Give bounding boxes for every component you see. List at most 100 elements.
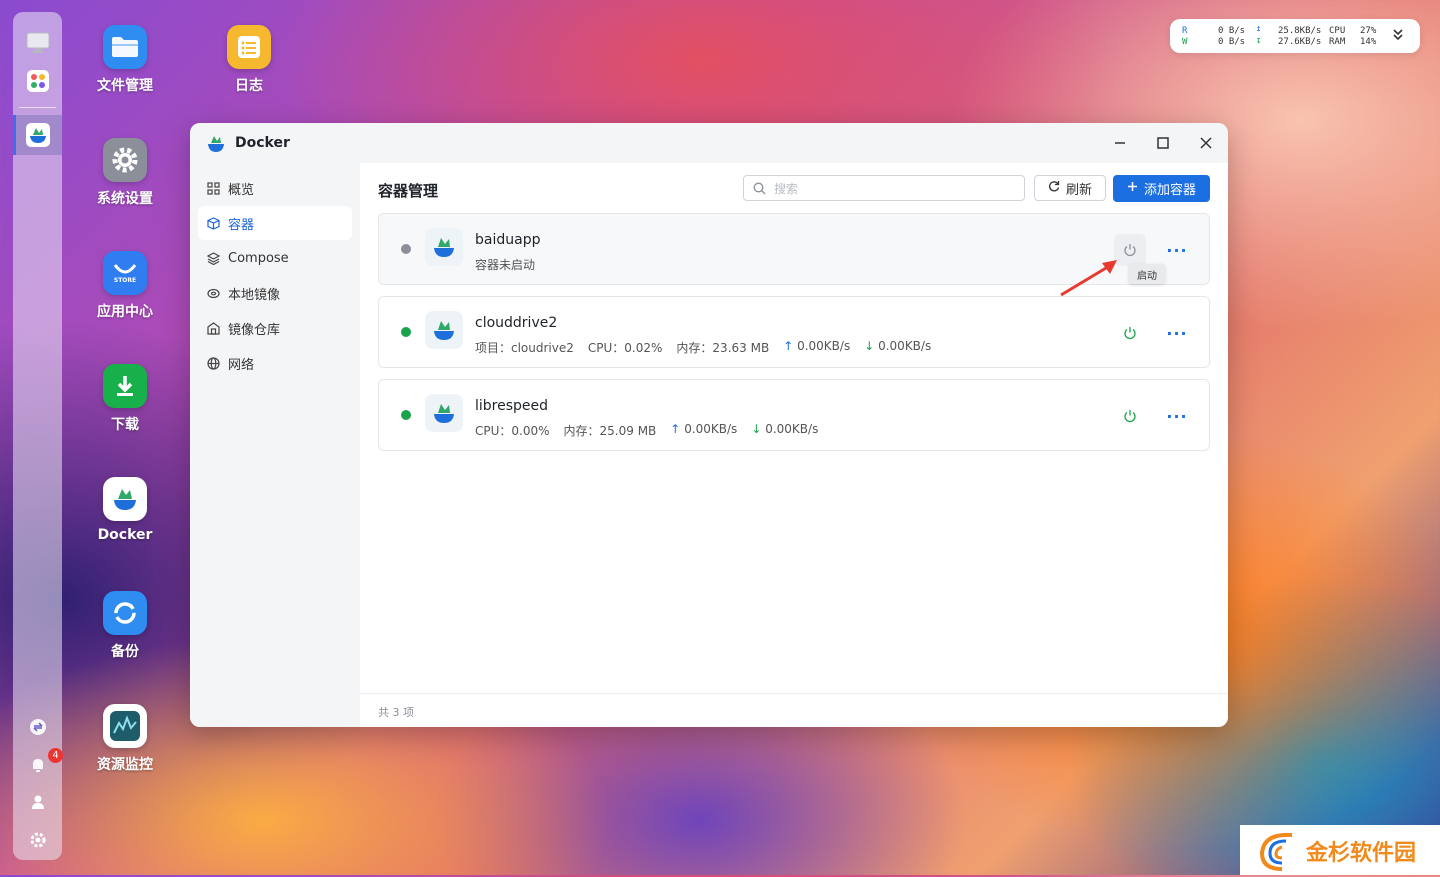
container-name: clouddrive2 — [475, 315, 558, 331]
more-button[interactable]: ··· — [1161, 400, 1193, 432]
desktop-icon-label: 系统设置 — [97, 191, 153, 207]
dock: 4 — [13, 12, 63, 860]
sidebar-item-containers[interactable]: 容器 — [198, 206, 352, 240]
more-button[interactable]: ··· — [1161, 234, 1193, 266]
container-info: CPU：0.00% 内存：25.09 MB ↑ 0.00KB/s ↓ 0.00K… — [475, 422, 818, 439]
refresh-button[interactable]: 刷新 — [1034, 175, 1106, 201]
sidebar-item-local-images[interactable]: 本地镜像 — [198, 276, 352, 310]
docker-container-icon — [425, 311, 463, 349]
chevron-double-down-icon[interactable] — [1392, 27, 1404, 44]
write-label: W — [1182, 37, 1188, 47]
switch-icon[interactable] — [25, 714, 51, 740]
desktop-icon-label: 应用中心 — [97, 304, 153, 320]
title-bar[interactable]: Docker — [190, 123, 1228, 163]
container-project: 项目：cloudrive2 — [475, 341, 574, 355]
download-speed: 27.6KB/s — [1278, 37, 1322, 47]
window-title: Docker — [235, 135, 290, 151]
arrow-up-icon: ↑ — [783, 339, 794, 353]
desktop-icon-label: 资源监控 — [97, 757, 153, 773]
more-button[interactable]: ··· — [1161, 317, 1193, 349]
container-upload: ↑ 0.00KB/s — [783, 339, 851, 353]
globe-icon — [206, 356, 220, 370]
arrow-down-icon: ↓ — [864, 339, 875, 353]
log-icon — [227, 25, 271, 69]
refresh-label: 刷新 — [1065, 182, 1092, 198]
plus-icon — [1127, 181, 1138, 196]
notification-badge: 4 — [48, 748, 63, 763]
sidebar: 概览 容器 Compose 本地镜像 镜像仓库 网络 — [190, 163, 360, 727]
container-status-text: 容器未启动 — [475, 258, 536, 272]
annotation-arrow — [1060, 260, 1117, 297]
arrow-down-icon: ↓ — [751, 422, 762, 436]
main-panel: 容器管理 刷新 添加容器 baiduapp 容器未启动 — [360, 163, 1228, 727]
ram-label: RAM — [1329, 37, 1346, 47]
container-name: baiduapp — [475, 232, 541, 248]
docker-container-icon — [425, 394, 463, 432]
cube-icon — [206, 216, 220, 230]
add-container-button[interactable]: 添加容器 — [1113, 175, 1210, 202]
apps-icon[interactable] — [25, 68, 51, 94]
status-widget[interactable]: R W 0 B/s 0 B/s ↥ ↧ 25.8KB/s 27.6KB/s CP… — [1170, 19, 1420, 53]
store-icon: STORE — [103, 251, 147, 295]
power-button[interactable] — [1114, 400, 1146, 432]
desktop-icon-label: 备份 — [111, 644, 139, 660]
arrow-up-icon: ↑ — [670, 422, 681, 436]
upload-arrow-icon: ↥ — [1256, 24, 1262, 34]
sidebar-item-network[interactable]: 网络 — [198, 346, 352, 380]
sidebar-item-compose[interactable]: Compose — [198, 241, 352, 275]
read-speed: 0 B/s — [1218, 26, 1246, 36]
search-input[interactable] — [772, 179, 1016, 199]
sidebar-item-label: 网络 — [228, 357, 255, 373]
layers-icon — [206, 251, 220, 265]
store-label: STORE — [113, 276, 137, 284]
dock-divider — [19, 107, 56, 108]
folder-icon — [103, 25, 147, 69]
sidebar-item-overview[interactable]: 概览 — [198, 171, 352, 205]
user-icon[interactable] — [25, 789, 51, 815]
sidebar-item-label: Compose — [228, 250, 289, 266]
container-card-clouddrive2[interactable]: clouddrive2 项目：cloudrive2 CPU：0.02% 内存：2… — [378, 296, 1210, 368]
minimize-button[interactable] — [1110, 133, 1130, 153]
status-dot — [401, 244, 411, 254]
status-dot — [401, 410, 411, 420]
display-icon[interactable] — [25, 30, 51, 56]
maximize-button[interactable] — [1153, 133, 1173, 153]
desktop-icon-label: Docker — [97, 527, 153, 543]
container-info: 容器未启动 — [475, 256, 535, 273]
watermark-logo-icon — [1252, 829, 1304, 877]
desktop-icon-log[interactable]: 日志 — [204, 25, 294, 95]
close-button[interactable] — [1196, 133, 1216, 153]
container-card-librespeed[interactable]: librespeed CPU：0.00% 内存：25.09 MB ↑ 0.00K… — [378, 379, 1210, 451]
watermark-text: 金杉软件园 — [1306, 841, 1417, 866]
power-button[interactable] — [1114, 317, 1146, 349]
start-tooltip: 启动 — [1129, 264, 1165, 284]
warehouse-icon — [206, 321, 220, 335]
desktop-icon-settings[interactable]: 系统设置 — [80, 138, 170, 208]
desktop-icon-label: 下载 — [111, 417, 139, 433]
read-label: R — [1182, 26, 1188, 36]
add-container-label: 添加容器 — [1143, 183, 1196, 198]
settings-dock-icon[interactable] — [25, 827, 51, 853]
grid-icon — [206, 181, 220, 195]
desktop-icon-monitor[interactable]: 资源监控 — [80, 704, 170, 774]
docker-container-icon — [425, 228, 463, 266]
refresh-icon — [1048, 180, 1060, 196]
search-box[interactable] — [743, 175, 1025, 201]
desktop-icon-label: 文件管理 — [97, 78, 153, 94]
sidebar-item-label: 容器 — [228, 217, 255, 233]
footer: 共 3 项 — [360, 693, 1228, 727]
ram-value: 14% — [1360, 37, 1377, 47]
sidebar-item-registry[interactable]: 镜像仓库 — [198, 311, 352, 345]
container-name: librespeed — [475, 398, 549, 414]
docker-dock-icon[interactable] — [25, 122, 51, 148]
sidebar-item-label: 概览 — [228, 182, 255, 198]
container-cpu: CPU：0.02% — [587, 341, 663, 355]
desktop-icon-download[interactable]: 下载 — [80, 364, 170, 434]
item-count: 共 3 项 — [378, 706, 414, 719]
desktop-icon-store[interactable]: STORE 应用中心 — [80, 251, 170, 321]
desktop-icon-docker[interactable]: Docker — [80, 477, 170, 543]
desktop-icon-backup[interactable]: 备份 — [80, 591, 170, 661]
sidebar-item-label: 本地镜像 — [228, 287, 281, 303]
desktop-icon-files[interactable]: 文件管理 — [80, 25, 170, 95]
download-icon — [103, 364, 147, 408]
